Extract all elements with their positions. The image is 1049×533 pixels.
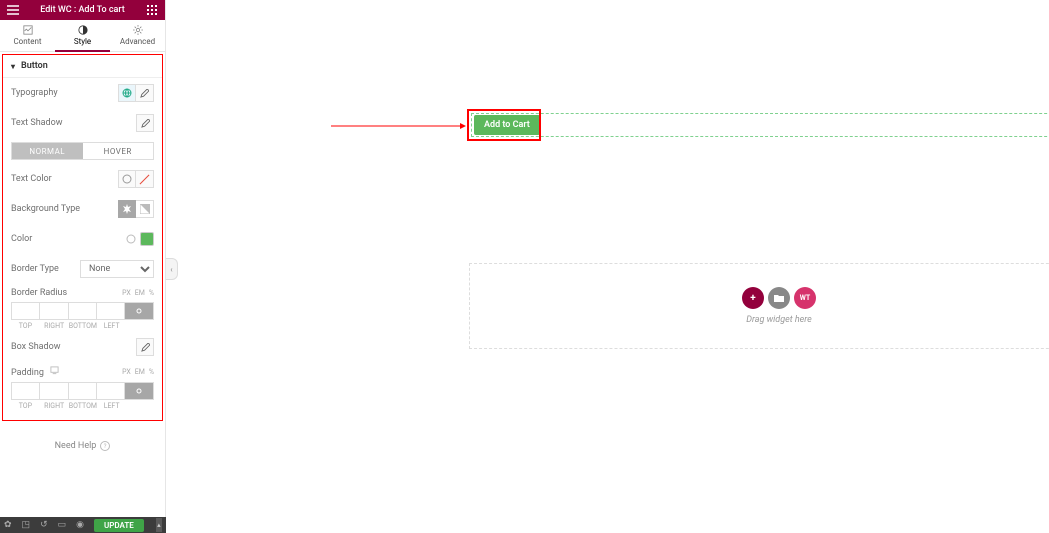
help-icon: ?: [100, 441, 110, 451]
add-section-button[interactable]: +: [742, 287, 764, 309]
editor-title: Edit WC : Add To cart: [40, 5, 125, 15]
unit-px[interactable]: PX: [122, 289, 131, 297]
toggle-hover[interactable]: HOVER: [83, 143, 154, 159]
menu-icon[interactable]: [6, 3, 20, 17]
woolentor-button[interactable]: WT: [794, 287, 816, 309]
row-typography: Typography: [3, 78, 162, 108]
settings-icon[interactable]: ✿: [4, 520, 12, 530]
link-icon-2[interactable]: [125, 383, 153, 399]
tabs: Content Style Advanced: [0, 20, 165, 52]
typography-label: Typography: [11, 88, 118, 98]
box-shadow-label: Box Shadow: [11, 342, 136, 352]
text-shadow-label: Text Shadow: [11, 118, 136, 128]
need-help-label: Need Help: [55, 441, 97, 451]
text-color-label: Text Color: [11, 174, 118, 184]
br-left[interactable]: [97, 303, 125, 319]
tab-style[interactable]: Style: [55, 20, 110, 51]
bg-type-label: Background Type: [11, 204, 118, 214]
text-color-swatch[interactable]: [136, 170, 154, 188]
caret-down-icon: ▾: [11, 62, 15, 71]
color-swatch[interactable]: [140, 232, 154, 246]
history-icon[interactable]: ↺: [40, 520, 48, 530]
globe-icon-outline[interactable]: [118, 170, 136, 188]
preview-icon[interactable]: ◉: [76, 520, 84, 530]
unit-px-2[interactable]: PX: [122, 368, 131, 376]
globe-icon-outline-2[interactable]: [122, 230, 140, 248]
bottom-bar: ✿ ◳ ↺ ▭ ◉ UPDATE ▴: [0, 517, 166, 533]
padding-label: Padding: [11, 368, 44, 378]
tab-content-label: Content: [13, 37, 41, 46]
tab-style-label: Style: [74, 37, 91, 46]
border-radius-block: Border Radius PX EM %: [3, 288, 162, 332]
border-radius-label: Border Radius: [11, 288, 67, 298]
row-border-type: Border Type None: [3, 254, 162, 284]
row-bg-type: Background Type: [3, 194, 162, 224]
globe-icon[interactable]: [118, 84, 136, 102]
row-text-color: Text Color: [3, 164, 162, 194]
drop-zone[interactable]: + WT Drag widget here: [469, 263, 1049, 349]
style-panel: ▾ Button Typography Text Shadow: [2, 54, 163, 421]
link-icon[interactable]: [125, 303, 153, 319]
update-button[interactable]: UPDATE: [94, 519, 144, 532]
border-radius-inputs: [11, 302, 154, 320]
dropzone-text: Drag widget here: [746, 315, 812, 325]
responsive-icon[interactable]: [50, 368, 59, 378]
br-right[interactable]: [40, 303, 68, 319]
border-type-select[interactable]: None: [80, 260, 154, 278]
padding-block: Padding PX EM %: [3, 366, 162, 412]
section-title: Button: [21, 61, 48, 71]
annotation-arrow: [331, 98, 471, 138]
row-box-shadow: Box Shadow: [3, 332, 162, 362]
canvas: Add to Cart + WT Drag widget here: [166, 0, 1049, 533]
row-text-shadow: Text Shadow: [3, 108, 162, 138]
pad-top[interactable]: [12, 383, 40, 399]
tab-advanced-label: Advanced: [120, 37, 155, 46]
bg-type-classic[interactable]: [118, 200, 136, 218]
section-button[interactable]: ▾ Button: [3, 55, 162, 78]
add-to-cart-widget[interactable]: Add to Cart: [471, 113, 1049, 137]
edit-box-shadow-button[interactable]: [136, 338, 154, 356]
tab-advanced[interactable]: Advanced: [110, 20, 165, 51]
br-bottom[interactable]: [69, 303, 97, 319]
add-template-button[interactable]: [768, 287, 790, 309]
pad-bottom[interactable]: [69, 383, 97, 399]
unit-pct-2[interactable]: %: [149, 368, 154, 376]
topbar: Edit WC : Add To cart: [0, 0, 165, 20]
navigator-icon[interactable]: ◳: [22, 520, 31, 530]
border-type-label: Border Type: [11, 264, 80, 274]
dropzone-icons: + WT: [742, 287, 816, 309]
bg-type-gradient[interactable]: [136, 200, 154, 218]
toggle-normal[interactable]: NORMAL: [12, 143, 83, 159]
br-top[interactable]: [12, 303, 40, 319]
annotation-highlight: [467, 109, 541, 141]
state-toggle: NORMAL HOVER: [11, 142, 154, 160]
row-color: Color: [3, 224, 162, 254]
update-options-button[interactable]: ▴: [156, 518, 162, 532]
responsive-mode-icon[interactable]: ▭: [58, 520, 67, 530]
edit-typography-button[interactable]: [136, 84, 154, 102]
need-help[interactable]: Need Help ?: [0, 441, 165, 451]
color-label: Color: [11, 234, 122, 244]
unit-em[interactable]: EM: [135, 289, 145, 297]
apps-icon[interactable]: [145, 3, 159, 17]
padding-inputs: [11, 382, 154, 400]
pad-left[interactable]: [97, 383, 125, 399]
unit-em-2[interactable]: EM: [135, 368, 145, 376]
unit-pct[interactable]: %: [149, 289, 154, 297]
edit-text-shadow-button[interactable]: [136, 114, 154, 132]
tab-content[interactable]: Content: [0, 20, 55, 51]
svg-text:?: ?: [104, 443, 107, 450]
editor-sidebar: Edit WC : Add To cart Content Style Adva…: [0, 0, 166, 533]
pad-right[interactable]: [40, 383, 68, 399]
